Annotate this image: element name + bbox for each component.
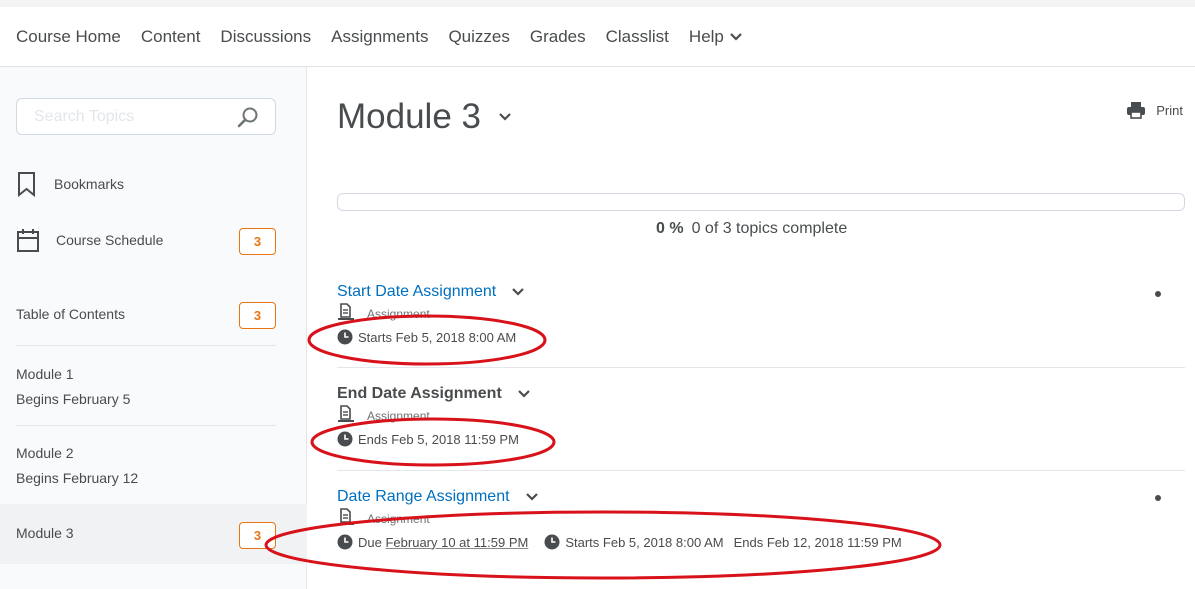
topic-link[interactable]: Date Range Assignment (337, 488, 510, 506)
assignment-icon (338, 405, 354, 422)
schedule-count-badge: 3 (239, 228, 276, 255)
divider (16, 425, 276, 426)
chevron-down-icon[interactable] (525, 493, 538, 501)
calendar-icon (17, 229, 39, 252)
topic-type-label: Assignment (367, 409, 430, 423)
sidebar-item-module-2[interactable]: Module 2 Begins February 12 (16, 441, 138, 491)
assignment-icon (338, 303, 354, 320)
print-button[interactable]: Print (1126, 101, 1183, 119)
module-begins: Begins February 12 (16, 470, 139, 486)
topic-type: Assignment (337, 405, 530, 423)
sidebar-item-module-3-label: Module 3 (16, 521, 74, 546)
sidebar-item-table-of-contents[interactable]: Table of Contents (16, 302, 125, 327)
sidebar-item-bookmarks[interactable]: Bookmarks (16, 171, 124, 197)
topic-link[interactable]: Start Date Assignment (337, 283, 496, 301)
toc-count-badge: 3 (239, 302, 276, 329)
sidebar-item-course-schedule[interactable]: Course Schedule (16, 227, 163, 253)
clock-icon (337, 431, 353, 447)
nav-help-label: Help (688, 27, 724, 46)
divider (16, 345, 276, 346)
unread-dot-icon (1155, 291, 1161, 297)
page-title: Module 3 (337, 97, 481, 136)
due-date-link[interactable]: February 10 at 11:59 PM (385, 535, 528, 550)
end-date-text: Ends Feb 12, 2018 11:59 PM (733, 534, 902, 550)
clock-icon (337, 534, 353, 550)
topic-type: Assignment (337, 303, 524, 321)
clock-icon (544, 534, 560, 550)
printer-icon (1127, 102, 1146, 119)
nav-grades[interactable]: Grades (530, 27, 586, 47)
nav-help[interactable]: Help (689, 27, 742, 47)
module-begins: Begins February 5 (16, 391, 131, 407)
search-input[interactable] (17, 99, 217, 134)
search-box (16, 98, 276, 135)
progress-percent: 0 % (656, 220, 684, 237)
sidebar-item-label: Table of Contents (16, 306, 125, 322)
due-prefix: Due (358, 534, 382, 550)
progress-bar (337, 193, 1185, 211)
topic-title-row: Start Date Assignment (337, 283, 524, 301)
course-navbar: Course Home Content Discussions Assignme… (0, 0, 1195, 67)
module-name: Module 2 (16, 445, 74, 461)
sidebar-item-label: Bookmarks (54, 176, 125, 192)
module-title[interactable]: Module 3 (337, 97, 511, 137)
divider (337, 470, 1185, 471)
chevron-down-icon (730, 33, 742, 41)
chevron-down-icon[interactable] (512, 288, 524, 296)
topic-type-label: Assignment (367, 307, 430, 321)
topic-title-row: End Date Assignment (337, 385, 530, 403)
print-label: Print (1156, 102, 1183, 118)
chevron-down-icon (499, 113, 511, 121)
nav-classlist[interactable]: Classlist (606, 27, 669, 47)
sidebar-item-label: Course Schedule (56, 232, 164, 248)
module-name: Module 3 (16, 525, 74, 541)
sidebar-item-module-1[interactable]: Module 1 Begins February 5 (16, 362, 130, 412)
topic-type: Assignment (337, 508, 902, 526)
module-3-count-badge: 3 (239, 522, 276, 549)
nav-quizzes[interactable]: Quizzes (448, 27, 509, 47)
topic-date: Ends Feb 5, 2018 11:59 PM (337, 431, 530, 447)
topic-item: End Date Assignment Assignment Ends Feb … (337, 385, 530, 447)
nav-content[interactable]: Content (141, 27, 201, 47)
assignment-icon (338, 508, 354, 525)
topic-date: Starts Feb 5, 2018 8:00 AM (337, 329, 524, 345)
topic-date-text: Ends Feb 5, 2018 11:59 PM (358, 431, 519, 447)
nav-discussions[interactable]: Discussions (220, 27, 311, 47)
sidebar: Bookmarks Course Schedule 3 Table of Con… (0, 67, 307, 589)
topic-item: Date Range Assignment Assignment Due Feb… (337, 488, 902, 550)
divider (337, 367, 1185, 368)
topic-item: Start Date Assignment Assignment Starts … (337, 283, 524, 345)
search-icon[interactable] (237, 106, 259, 128)
chevron-down-icon[interactable] (517, 390, 530, 398)
progress-count: 0 of 3 topics complete (691, 220, 848, 237)
topic-title-row: Date Range Assignment (337, 488, 902, 506)
main-content: Module 3 Print 0 % 0 of 3 topics complete… (307, 67, 1195, 589)
unread-dot-icon (1155, 495, 1161, 501)
bookmark-icon (18, 172, 35, 197)
topic-link[interactable]: End Date Assignment (337, 385, 502, 403)
start-date-text: Starts Feb 5, 2018 8:00 AM (565, 534, 724, 550)
nav-course-home[interactable]: Course Home (16, 27, 121, 47)
topic-date: Due February 10 at 11:59 PM Starts Feb 5… (337, 534, 902, 550)
nav-assignments[interactable]: Assignments (331, 27, 428, 47)
module-name: Module 1 (16, 366, 74, 382)
progress-text: 0 % 0 of 3 topics complete (656, 220, 847, 238)
topic-type-label: Assignment (367, 512, 430, 526)
topic-date-text: Starts Feb 5, 2018 8:00 AM (358, 329, 517, 345)
clock-icon (337, 329, 353, 345)
